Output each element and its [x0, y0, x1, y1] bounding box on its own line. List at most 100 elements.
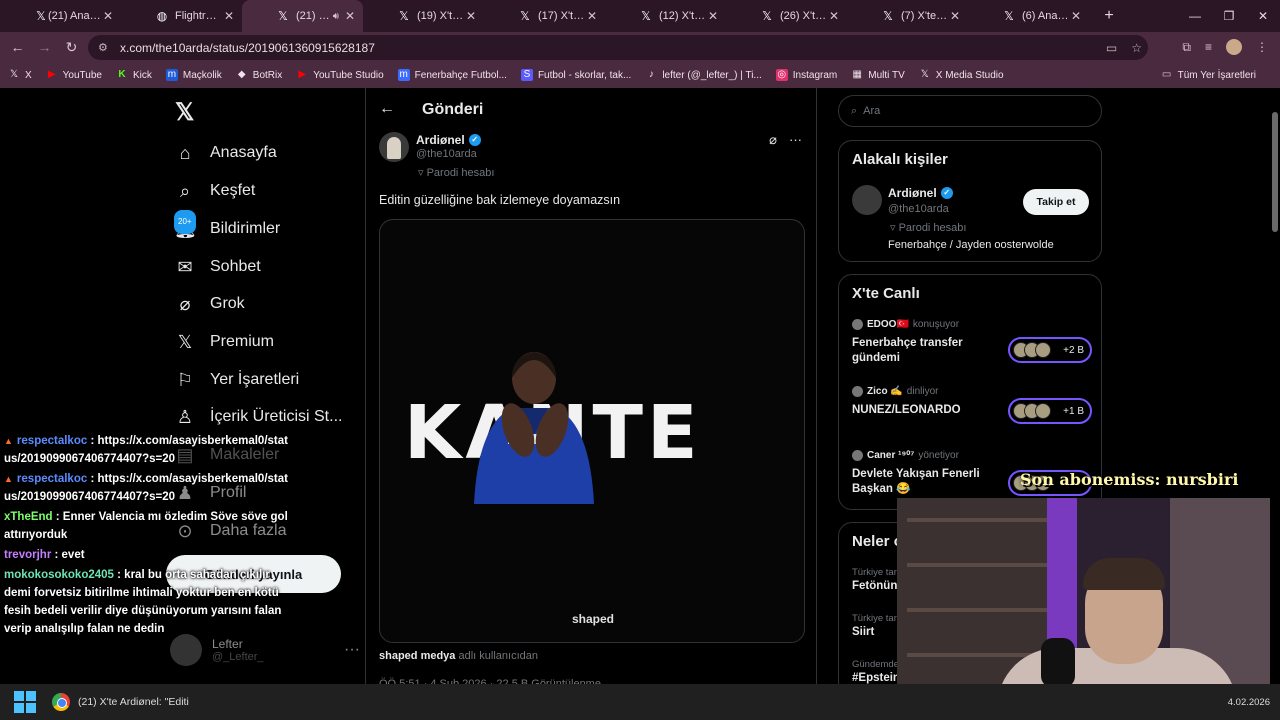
new-tab-button[interactable]: + [1097, 7, 1121, 25]
bookmark-star-icon[interactable]: ☆ [1131, 41, 1142, 55]
menu-icon[interactable]: ⋮ [1256, 40, 1268, 54]
nav-premium[interactable]: 𝕏 Premium [174, 331, 274, 353]
browser-tab[interactable]: 𝕏 (7) X'te Fenerbah ✕ [847, 0, 968, 32]
more-dots-icon[interactable]: ··· [789, 132, 802, 148]
nav-label: İçerik Üreticisi St... [210, 408, 343, 425]
trend-item[interactable]: Gündemde #Epstein [852, 659, 900, 684]
reload-icon[interactable]: ↻ [58, 39, 85, 56]
live-title: Devlete Yakışan Fenerli Başkan 😂 [852, 468, 980, 495]
x-logo-icon[interactable]: 𝕏 [175, 98, 194, 127]
close-tab-icon[interactable]: ✕ [948, 9, 962, 23]
search-input[interactable]: ⌕ Ara [838, 95, 1102, 127]
host-name: EDOO🇹🇷 [867, 319, 909, 330]
nav-creator-studio[interactable]: ♙ İçerik Üreticisi St... [174, 406, 343, 428]
x-logo-icon: 𝕏 [278, 9, 288, 23]
browser-tab[interactable]: 𝕏 (21) Anasayfa / X ✕ [0, 0, 121, 32]
extensions-icon[interactable]: ⧉ [1182, 40, 1191, 55]
author-avatar[interactable] [379, 132, 409, 162]
bookmark-mackolik[interactable]: m Maçkolik [165, 69, 222, 81]
minimize-icon[interactable]: — [1178, 0, 1212, 32]
browser-tab[interactable]: 𝕏 (12) X'te S-Al Me ✕ [605, 0, 726, 32]
browser-tab[interactable]: 𝕏 (6) Anasayfa / X ✕ [968, 0, 1089, 32]
bookmark-multi-tv[interactable]: ▦ Multi TV [851, 69, 905, 81]
creator-studio-icon: ♙ [176, 407, 194, 427]
all-bookmarks[interactable]: ▭ Tüm Yer İşaretleri [1161, 69, 1256, 81]
search-icon: ⌕ [179, 181, 191, 201]
bookmark-flashscore[interactable]: S Futbol - skorlar, tak... [520, 69, 632, 81]
author-handle[interactable]: @the10arda [416, 148, 477, 160]
back-icon[interactable]: ← [4, 39, 31, 55]
bookmark-x[interactable]: 𝕏X [8, 69, 32, 81]
address-bar[interactable]: ⚙ x.com/the10arda/status/201906136091562… [88, 35, 1148, 60]
speaker-icon[interactable]: 🔊︎ [333, 11, 339, 22]
follow-button[interactable]: Takip et [1023, 189, 1089, 215]
nav-label: Yer İşaretleri [210, 371, 300, 388]
related-avatar[interactable] [852, 185, 882, 215]
bookmark-label: lefter (@_lefter_) | Ti... [662, 69, 762, 81]
bookmark-botrix[interactable]: ◆ BotRix [236, 69, 282, 81]
close-tab-icon[interactable]: ✕ [706, 9, 720, 23]
taskbar-chrome-app[interactable]: (21) X'te Ardiønel: "Editi [52, 693, 189, 711]
bookmark-label: BotRix [252, 69, 283, 81]
maximize-icon[interactable]: ❐ [1212, 0, 1246, 32]
forward-icon[interactable]: → [31, 39, 58, 55]
tab-title: (26) X'te Futbol V [780, 10, 827, 22]
live-listeners-pill[interactable]: +1 B [1008, 398, 1092, 424]
bookmark-x-media-studio[interactable]: 𝕏 X Media Studio [919, 69, 1004, 81]
x-logo-icon: 𝕏 [9, 69, 19, 80]
x-logo-icon: 𝕏 [399, 9, 409, 23]
bookmark-youtube[interactable]: ▶ YouTube [46, 69, 102, 81]
chrome-icon [52, 693, 70, 711]
more-dots-icon[interactable]: ··· [344, 641, 360, 659]
bookmark-fenerbahce[interactable]: m Fenerbahçe Futbol... [397, 69, 507, 81]
close-tab-icon[interactable]: ✕ [1069, 9, 1083, 23]
player-image [474, 352, 594, 504]
tab-title: (17) X'te Fener M [538, 10, 585, 22]
nav-label: Premium [210, 333, 275, 350]
author-name[interactable]: Ardiønel ✓ [416, 133, 481, 147]
nav-messages[interactable]: ✉ Sohbet [174, 256, 260, 278]
live-item[interactable]: Zico ✍ dinliyor NUNEZ/LEONARDO +1 B [852, 386, 1092, 424]
windows-start-icon[interactable] [14, 691, 36, 713]
site-info-icon[interactable]: ⚙ [98, 41, 116, 54]
media-control-icon[interactable]: ≡ [1205, 40, 1212, 54]
host-avatar [852, 319, 863, 330]
cast-icon[interactable]: ▭ [1106, 41, 1117, 55]
nav-label: Anasayfa [210, 144, 277, 161]
nav-notifications[interactable]: 🔔︎20+ Bildirimler [174, 210, 280, 240]
bookmark-label: Futbol - skorlar, tak... [537, 69, 632, 81]
bookmark-youtube-studio[interactable]: ▶ YouTube Studio [296, 69, 383, 81]
close-tab-icon[interactable]: ✕ [101, 9, 115, 23]
browser-tab-active[interactable]: 𝕏 (21) X'te Ardıønel 🔊︎ ✕ [242, 0, 363, 32]
grok-icon[interactable]: ⌀ [769, 132, 777, 148]
close-tab-icon[interactable]: ✕ [464, 9, 478, 23]
browser-tab[interactable]: 𝕏 (26) X'te Futbol V ✕ [726, 0, 847, 32]
bookmark-tiktok[interactable]: ♪ lefter (@_lefter_) | Ti... [645, 69, 762, 81]
close-tab-icon[interactable]: ✕ [222, 9, 236, 23]
trend-title: #Epstein [852, 672, 900, 684]
back-arrow-icon[interactable]: ← [379, 100, 395, 118]
nav-bookmarks[interactable]: ⚐ Yer İşaretleri [174, 369, 299, 391]
bookmark-instagram[interactable]: ◎ Instagram [775, 69, 837, 81]
scrollbar-thumb[interactable] [1272, 112, 1278, 232]
related-name[interactable]: Ardiønel ✓ [888, 186, 953, 200]
close-tab-icon[interactable]: ✕ [827, 9, 841, 23]
browser-tab[interactable]: 𝕏 (17) X'te Fener M ✕ [484, 0, 605, 32]
close-window-icon[interactable]: ✕ [1246, 0, 1280, 32]
nav-home[interactable]: ⌂ Anasayfa [174, 142, 277, 164]
live-listeners-pill[interactable]: +2 B [1008, 337, 1092, 363]
browser-tab[interactable]: ◍ Flightradar24: Live Flight Tracker ✕ [121, 0, 242, 32]
nav-explore[interactable]: ⌕ Keşfet [174, 180, 255, 202]
post-media[interactable]: KANTE shaped [379, 219, 805, 643]
browser-tab[interactable]: 𝕏 (19) X'te Taylan S ✕ [363, 0, 484, 32]
profile-avatar-icon[interactable] [1226, 39, 1242, 55]
bookmark-kick[interactable]: K Kick [116, 69, 152, 81]
live-item[interactable]: EDOO🇹🇷 konuşuyor Fenerbahçe transfer günd… [852, 319, 1092, 366]
nav-label: Grok [210, 295, 245, 312]
close-tab-icon[interactable]: ✕ [343, 9, 357, 23]
media-watermark: shaped [571, 612, 614, 626]
close-tab-icon[interactable]: ✕ [585, 9, 599, 23]
page-scrollbar[interactable] [1272, 92, 1278, 682]
nav-grok[interactable]: ⌀ Grok [174, 293, 245, 315]
credit-user[interactable]: shaped medya [379, 650, 455, 662]
